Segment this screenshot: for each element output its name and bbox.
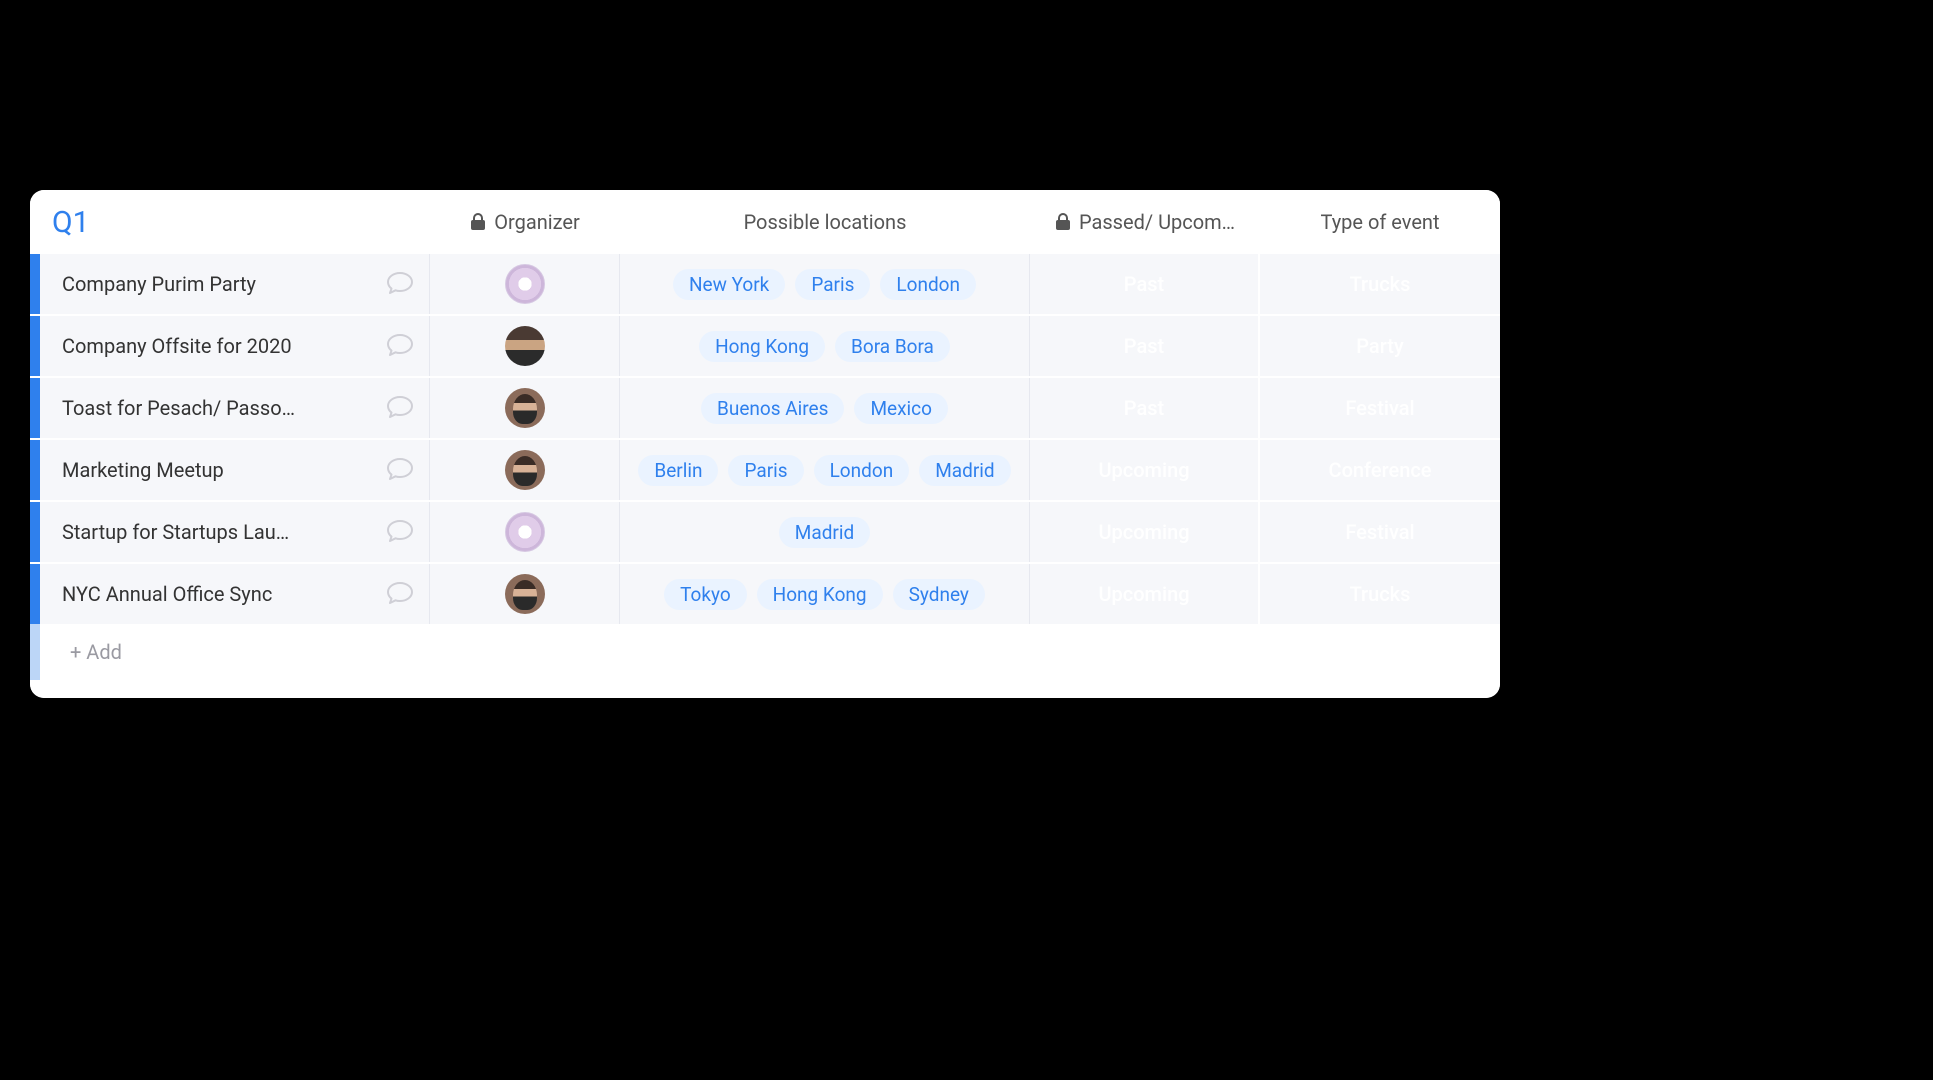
status-cell[interactable]: Past: [1030, 254, 1260, 314]
table-row[interactable]: NYC Annual Office Sync Tokyo Hong Kong Sydn…: [30, 564, 1500, 624]
type-cell[interactable]: Trucks: [1260, 564, 1500, 624]
item-name-cell[interactable]: Marketing Meetup: [40, 440, 430, 500]
add-row[interactable]: + Add: [30, 624, 1500, 680]
item-name: Marketing Meetup: [62, 458, 371, 482]
table-row[interactable]: Marketing Meetup Berlin Paris London Madrid U…: [30, 440, 1500, 500]
item-name-cell[interactable]: Startup for Startups Lau…: [40, 502, 430, 562]
lock-icon: [1055, 213, 1071, 231]
table-row[interactable]: Company Purim Party New York Paris London Pa…: [30, 254, 1500, 314]
status-cell[interactable]: Past: [1030, 316, 1260, 376]
group-header: Q1 Organizer Possible locations Passed/ …: [30, 190, 1500, 254]
location-tag[interactable]: Madrid: [919, 455, 1010, 486]
location-tag[interactable]: Berlin: [638, 455, 718, 486]
type-cell[interactable]: Conference: [1260, 440, 1500, 500]
organizer-cell[interactable]: [430, 440, 620, 500]
avatar[interactable]: [505, 574, 545, 614]
item-name-cell[interactable]: Company Offsite for 2020: [40, 316, 430, 376]
item-name-cell[interactable]: Company Purim Party: [40, 254, 430, 314]
avatar[interactable]: [505, 512, 545, 552]
item-name: Company Offsite for 2020: [62, 334, 371, 358]
column-header-label: Passed/ Upcom…: [1079, 210, 1235, 234]
group-stripe: [30, 254, 40, 314]
type-cell[interactable]: Party: [1260, 316, 1500, 376]
organizer-cell[interactable]: [430, 378, 620, 438]
location-tag[interactable]: Paris: [795, 269, 870, 300]
table-row[interactable]: Company Offsite for 2020 Hong Kong Bora Bo…: [30, 316, 1500, 376]
location-tag[interactable]: Tokyo: [664, 579, 747, 610]
type-cell[interactable]: Trucks: [1260, 254, 1500, 314]
column-header-label: Type of event: [1320, 210, 1439, 234]
organizer-cell[interactable]: [430, 564, 620, 624]
location-tag[interactable]: Bora Bora: [835, 331, 950, 362]
status-cell[interactable]: Upcoming: [1030, 502, 1260, 562]
column-header-organizer[interactable]: Organizer: [430, 210, 620, 234]
location-tag[interactable]: London: [814, 455, 910, 486]
avatar[interactable]: [505, 326, 545, 366]
locations-cell[interactable]: Madrid: [620, 502, 1030, 562]
locations-cell[interactable]: Buenos Aires Mexico: [620, 378, 1030, 438]
locations-cell[interactable]: New York Paris London: [620, 254, 1030, 314]
status-cell[interactable]: Past: [1030, 378, 1260, 438]
avatar[interactable]: [505, 388, 545, 428]
status-cell[interactable]: Upcoming: [1030, 564, 1260, 624]
group-stripe: [30, 502, 40, 562]
avatar[interactable]: [505, 450, 545, 490]
location-tag[interactable]: Hong Kong: [699, 331, 825, 362]
location-tag[interactable]: New York: [673, 269, 785, 300]
location-tag[interactable]: London: [880, 269, 976, 300]
board-group: Q1 Organizer Possible locations Passed/ …: [30, 190, 1500, 698]
location-tag[interactable]: Buenos Aires: [701, 393, 844, 424]
item-name: NYC Annual Office Sync: [62, 582, 371, 606]
rows-container: Company Purim Party New York Paris London Pa…: [30, 254, 1500, 624]
chat-icon[interactable]: [383, 515, 417, 549]
location-tag[interactable]: Paris: [728, 455, 803, 486]
organizer-cell[interactable]: [430, 316, 620, 376]
location-tag[interactable]: Hong Kong: [757, 579, 883, 610]
organizer-cell[interactable]: [430, 502, 620, 562]
group-stripe: [30, 316, 40, 376]
group-stripe: [30, 624, 40, 680]
add-row-label: + Add: [40, 640, 122, 664]
location-tag[interactable]: Madrid: [779, 517, 870, 548]
location-tag[interactable]: Sydney: [893, 579, 985, 610]
group-stripe: [30, 564, 40, 624]
column-header-label: Possible locations: [744, 210, 907, 234]
column-header-status[interactable]: Passed/ Upcom…: [1030, 210, 1260, 234]
item-name: Toast for Pesach/ Passo…: [62, 396, 371, 420]
item-name-cell[interactable]: Toast for Pesach/ Passo…: [40, 378, 430, 438]
table-row[interactable]: Startup for Startups Lau… Madrid UpcomingF…: [30, 502, 1500, 562]
chat-icon[interactable]: [383, 267, 417, 301]
column-header-type[interactable]: Type of event: [1260, 210, 1500, 234]
group-stripe: [30, 440, 40, 500]
footer-spacer: [30, 680, 1500, 698]
chat-icon[interactable]: [383, 453, 417, 487]
locations-cell[interactable]: Hong Kong Bora Bora: [620, 316, 1030, 376]
type-cell[interactable]: Festival: [1260, 502, 1500, 562]
item-name-cell[interactable]: NYC Annual Office Sync: [40, 564, 430, 624]
item-name: Startup for Startups Lau…: [62, 520, 371, 544]
table-row[interactable]: Toast for Pesach/ Passo… Buenos Aires Mexi…: [30, 378, 1500, 438]
group-title[interactable]: Q1: [30, 205, 430, 240]
chat-icon[interactable]: [383, 329, 417, 363]
location-tag[interactable]: Mexico: [854, 393, 948, 424]
chat-icon[interactable]: [383, 577, 417, 611]
group-stripe: [30, 378, 40, 438]
type-cell[interactable]: Festival: [1260, 378, 1500, 438]
status-cell[interactable]: Upcoming: [1030, 440, 1260, 500]
column-header-label: Organizer: [494, 210, 580, 234]
avatar[interactable]: [505, 264, 545, 304]
locations-cell[interactable]: Berlin Paris London Madrid: [620, 440, 1030, 500]
organizer-cell[interactable]: [430, 254, 620, 314]
locations-cell[interactable]: Tokyo Hong Kong Sydney: [620, 564, 1030, 624]
lock-icon: [470, 213, 486, 231]
chat-icon[interactable]: [383, 391, 417, 425]
column-header-locations[interactable]: Possible locations: [620, 210, 1030, 234]
item-name: Company Purim Party: [62, 272, 371, 296]
